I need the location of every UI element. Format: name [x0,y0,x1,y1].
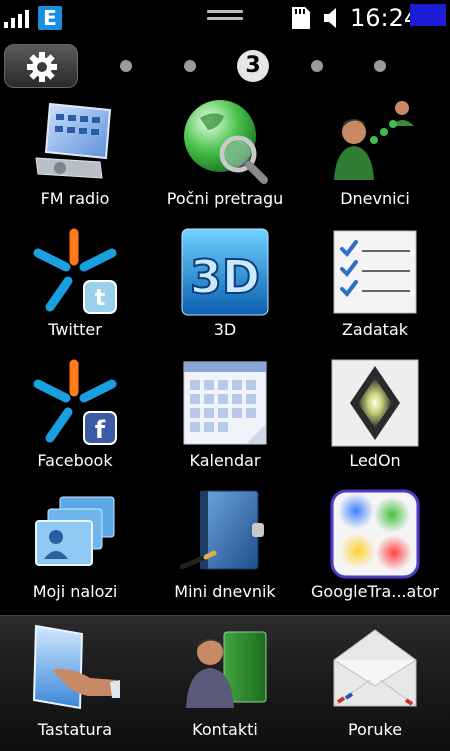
app-label: 3D [213,320,237,339]
app-label: Dnevnici [340,189,410,208]
page-dot-1[interactable] [120,60,132,72]
app-label: Kalendar [189,451,261,470]
app-label: Poruke [347,720,403,739]
gear-icon [27,52,57,82]
page-dot-2[interactable] [184,60,196,72]
app-facebook[interactable]: f Facebook [0,354,150,484]
contacts-log-icon [334,101,414,180]
3d-icon: 3D [181,228,269,316]
app-pocni-pretragu[interactable]: Počni pretragu [150,92,300,222]
app-google-translator[interactable]: GoogleTra...ator [300,485,450,615]
facebook-star-icon: f [33,359,117,445]
contacts-book-icon [186,631,267,708]
accounts-icon [35,496,115,566]
app-label: Počni pretragu [166,189,284,208]
volume-icon [324,8,336,28]
svg-text:f: f [95,416,106,444]
dock: Tastatura Kontakti Poruke [0,615,450,751]
app-label: Zadatak [341,320,409,339]
app-dnevnici[interactable]: Dnevnici [300,92,450,222]
page-dot-5[interactable] [374,60,386,72]
dock-kontakti[interactable]: Kontakti [150,616,300,751]
svg-text:t: t [95,286,106,311]
app-label: Moji nalozi [32,582,118,601]
app-label: GoogleTra...ator [311,582,439,601]
keypad-touch-icon [32,624,120,710]
app-fm-radio[interactable]: FM radio [0,92,150,222]
app-label: Tastatura [37,720,113,739]
drag-handle-icon[interactable] [207,10,243,24]
app-mini-dnevnik[interactable]: Mini dnevnik [150,485,300,615]
envelope-icon [333,629,417,707]
network-e-icon: E [38,6,62,30]
app-moji-nalozi[interactable]: Moji nalozi [0,485,150,615]
battery-icon [410,4,446,26]
app-kalendar[interactable]: Kalendar [150,354,300,484]
dock-poruke[interactable]: Poruke [300,616,450,751]
globe-search-icon [184,100,268,184]
app-label: Kontakti [192,720,258,739]
google-translator-icon [330,489,420,579]
page-dot-4[interactable] [311,60,323,72]
settings-button[interactable] [4,44,78,88]
dock-tastatura[interactable]: Tastatura [0,616,150,751]
app-zadatak[interactable]: Zadatak [300,223,450,353]
app-3d[interactable]: 3D 3D [150,223,300,353]
app-label: FM radio [40,189,110,208]
ledon-diamond-icon [331,359,419,447]
svg-text:3D: 3D [190,250,260,304]
app-label: LedOn [349,451,401,470]
diary-icon [180,490,264,570]
app-label: Facebook [37,451,113,470]
app-label: Mini dnevnik [174,582,276,601]
app-twitter[interactable]: t Twitter [0,223,150,353]
signal-bars-icon [4,10,29,28]
status-clock: 16:24 [350,4,420,32]
task-list-icon [333,230,417,314]
status-bar: E 16:24 [0,0,450,36]
current-page-indicator: 3 [237,50,269,82]
calendar-icon [183,361,267,445]
app-ledon[interactable]: LedOn [300,354,450,484]
fm-radio-icon [35,102,112,179]
twitter-star-icon: t [33,228,117,314]
sd-card-icon [292,7,310,29]
app-label: Twitter [48,320,102,339]
